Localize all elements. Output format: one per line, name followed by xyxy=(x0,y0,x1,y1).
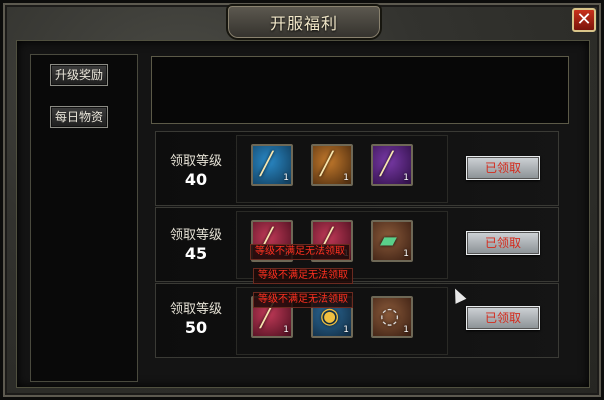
warning-toast: 等级不满足无法领取 xyxy=(250,244,350,260)
blue-sword-icon[interactable]: ╱ 1 xyxy=(251,144,293,186)
item-count: 1 xyxy=(403,173,409,183)
level-value: 50 xyxy=(184,318,208,337)
claimed-button[interactable]: 已领取 xyxy=(466,231,540,255)
tab-level-rewards[interactable]: 升级奖励 xyxy=(50,64,108,86)
banner-area xyxy=(151,56,569,124)
claimed-button[interactable]: 已领取 xyxy=(466,306,540,330)
item-count: 1 xyxy=(283,325,289,335)
level-value: 40 xyxy=(184,170,208,189)
item-group: ╱ 1 ╱ 1 ╱ 1 xyxy=(236,135,448,203)
item-count: 1 xyxy=(343,325,349,335)
claimed-button[interactable]: 已领取 xyxy=(466,156,540,180)
purple-sword-icon[interactable]: ╱ 1 xyxy=(371,144,413,186)
item-count: 1 xyxy=(403,249,409,259)
warning-toast: 等级不满足无法领取 xyxy=(253,268,353,284)
warning-toast: 等级不满足无法领取 xyxy=(253,292,353,308)
level-label: 领取等级 xyxy=(169,228,222,243)
reward-row-45: 领取等级 45 ╱ 1 ╱ 1 ▰ 1 已领取 xyxy=(155,207,559,282)
level-label: 领取等级 xyxy=(169,154,222,169)
level-label: 领取等级 xyxy=(169,302,222,317)
item-count: 1 xyxy=(283,173,289,183)
jade-slab-icon[interactable]: ▰ 1 xyxy=(371,220,413,262)
close-button[interactable]: ✕ xyxy=(572,8,596,32)
item-count: 1 xyxy=(343,173,349,183)
window-title-bar: 开服福利 xyxy=(226,4,382,40)
side-tab-panel xyxy=(30,54,138,382)
tab-daily-supplies[interactable]: 每日物资 xyxy=(50,106,108,128)
level-value: 45 xyxy=(184,244,208,263)
window-title: 开服福利 xyxy=(269,14,338,33)
silver-ring-icon[interactable]: ◌ 1 xyxy=(371,296,413,338)
item-count: 1 xyxy=(403,325,409,335)
orange-dagger-icon[interactable]: ╱ 1 xyxy=(311,144,353,186)
reward-row-40: 领取等级 40 ╱ 1 ╱ 1 ╱ 1 已领取 xyxy=(155,131,559,206)
reward-row-50: 领取等级 50 ╱ 1 ◉ 1 ◌ 1 已领取 xyxy=(155,283,559,358)
